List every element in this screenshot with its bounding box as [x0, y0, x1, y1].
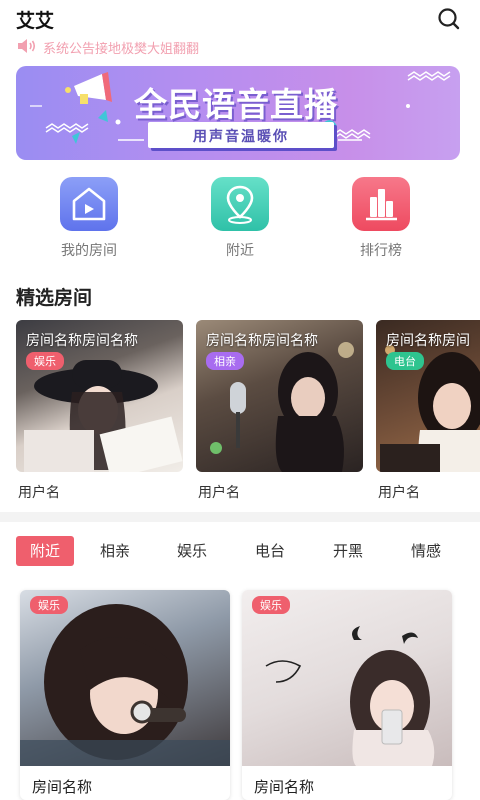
search-icon[interactable]	[436, 6, 462, 32]
speaker-icon	[16, 37, 38, 55]
room-user-name: 用户名	[378, 485, 420, 501]
announcement-bar[interactable]: 系统公告接地极樊大姐翻翻	[16, 37, 456, 57]
banner-title: 全民语音直播	[134, 85, 338, 124]
room-user-name: 用户名	[18, 485, 60, 501]
home-play-icon	[60, 177, 118, 231]
quick-nav-label: 排行榜	[360, 243, 402, 259]
room-card[interactable]: 娱乐 房间名称	[242, 590, 452, 800]
room-tag: 娱乐	[30, 596, 68, 614]
tab-dating[interactable]: 相亲	[86, 536, 144, 566]
promo-banner[interactable]: 全民语音直播 用声音温暖你	[16, 66, 460, 160]
app-title: 艾艾	[16, 10, 55, 32]
location-pin-icon	[211, 177, 269, 231]
room-name: 房间名称	[32, 778, 93, 796]
category-tabs: 附近 相亲 娱乐 电台 开黑 情感	[0, 536, 480, 570]
room-name: 房间名称房间名称	[26, 333, 138, 349]
quick-nav-my-room[interactable]: 我的房间	[44, 174, 134, 260]
room-tag: 相亲	[206, 352, 244, 370]
quick-nav-ranking[interactable]: 排行榜	[336, 174, 426, 260]
announcement-text: 系统公告接地极樊大姐翻翻	[43, 42, 200, 57]
tab-radio[interactable]: 电台	[241, 536, 299, 566]
room-cover-image: 房间名称房间 电台	[376, 320, 480, 472]
featured-room-card[interactable]: 房间名称房间 电台 用户名	[376, 320, 480, 501]
section-divider	[0, 512, 480, 522]
quick-nav: 我的房间 附近 排行榜	[0, 174, 480, 264]
quick-nav-label: 附近	[226, 243, 254, 259]
tab-emotion[interactable]: 情感	[397, 536, 455, 566]
room-tag: 电台	[386, 352, 424, 370]
quick-nav-nearby[interactable]: 附近	[195, 174, 285, 260]
room-grid: 娱乐 房间名称 娱乐 房间名称	[0, 590, 480, 800]
featured-section-title: 精选房间	[16, 287, 93, 309]
app-screen: 艾艾 系统公告接地极樊大姐翻翻 全民语音直播 用声音温暖你 我的房间 附近 排行…	[0, 0, 480, 800]
featured-room-card[interactable]: 房间名称房间名称 相亲 用户名	[196, 320, 363, 501]
top-bar: 艾艾	[0, 0, 480, 34]
room-cover-image: 房间名称房间名称 娱乐	[16, 320, 183, 472]
tab-entertainment[interactable]: 娱乐	[163, 536, 221, 566]
room-cover-image: 娱乐	[242, 590, 452, 766]
featured-room-card[interactable]: 房间名称房间名称 娱乐 用户名	[16, 320, 183, 501]
megaphone-icon	[65, 72, 112, 104]
room-name: 房间名称房间	[386, 333, 470, 349]
room-tag: 娱乐	[252, 596, 290, 614]
ranking-bars-icon	[352, 177, 410, 231]
room-name: 房间名称	[254, 778, 315, 796]
quick-nav-label: 我的房间	[61, 243, 117, 259]
room-cover-image: 房间名称房间名称 相亲	[196, 320, 363, 472]
banner-subtitle-box: 用声音温暖你	[148, 122, 334, 148]
room-name: 房间名称房间名称	[206, 333, 318, 349]
room-card[interactable]: 娱乐 房间名称	[20, 590, 230, 800]
room-cover-image: 娱乐	[20, 590, 230, 766]
featured-rooms-carousel[interactable]: 房间名称房间名称 娱乐 用户名 房间名称房间名称 相亲 用户名 房间名称房间 电…	[0, 320, 480, 506]
room-user-name: 用户名	[198, 485, 240, 501]
tab-gaming[interactable]: 开黑	[319, 536, 377, 566]
room-tag: 娱乐	[26, 352, 64, 370]
tab-nearby[interactable]: 附近	[16, 536, 74, 566]
banner-subtitle: 用声音温暖你	[193, 129, 289, 145]
